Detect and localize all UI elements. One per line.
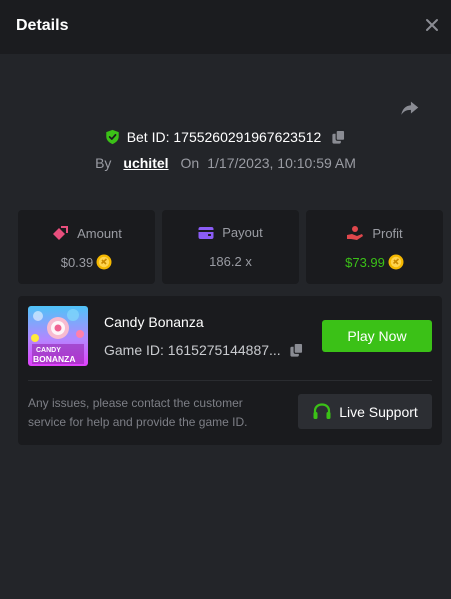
amount-value: $0.39 — [60, 254, 94, 270]
username-link[interactable]: uchitel — [123, 155, 168, 171]
game-thumbnail[interactable]: CANDY BONANZA — [28, 306, 88, 366]
game-id-label: Game ID: — [104, 342, 164, 358]
coin-icon — [96, 254, 112, 270]
bet-id-label: Bet ID: — [126, 129, 170, 145]
profit-value: $73.99 — [345, 254, 385, 270]
shield-check-icon — [105, 129, 119, 145]
bet-byline: By uchitel On 1/17/2023, 10:10:59 AM — [0, 152, 451, 174]
on-label: On — [180, 155, 200, 171]
thumb-text-bonanza: BONANZA — [33, 354, 76, 364]
payout-card: Payout 186.2 x — [162, 210, 299, 284]
payout-value: 186.2 x — [209, 254, 252, 269]
live-support-label: Live Support — [339, 403, 418, 420]
wallet-icon — [198, 226, 214, 239]
copy-icon[interactable] — [331, 129, 346, 145]
play-now-button[interactable]: Play Now — [322, 320, 432, 352]
payout-label: Payout — [222, 225, 263, 240]
support-info-text: Any issues, please contact the customer … — [28, 396, 248, 429]
divider — [28, 380, 432, 381]
profit-hand-icon — [347, 226, 364, 240]
dialog-title: Details — [16, 17, 69, 34]
bet-datetime: 1/17/2023, 10:10:59 AM — [207, 155, 356, 171]
bet-id-row: Bet ID: 1755260291967623512 — [0, 126, 451, 148]
thumb-text-candy: CANDY — [36, 347, 61, 354]
live-support-button[interactable]: Live Support — [298, 394, 432, 429]
coin-icon — [388, 254, 404, 270]
dialog-header: Details — [0, 0, 451, 54]
profit-label: Profit — [372, 225, 403, 241]
game-card: CANDY BONANZA Candy Bonanza Game ID: 161… — [18, 296, 442, 445]
game-id-value: 1615275144887... — [167, 342, 281, 358]
game-name: Candy Bonanza — [104, 314, 204, 330]
amount-icon — [53, 226, 69, 240]
by-label: By — [95, 155, 112, 171]
amount-card: Amount $0.39 — [18, 210, 155, 284]
copy-icon[interactable] — [289, 342, 304, 358]
headset-icon — [313, 402, 331, 419]
profit-card: Profit $73.99 — [306, 210, 443, 284]
amount-label: Amount — [77, 225, 122, 241]
bet-id-value: 1755260291967623512 — [173, 129, 322, 145]
share-icon[interactable] — [399, 97, 421, 119]
close-icon[interactable] — [424, 17, 440, 33]
game-id-row: Game ID: 1615275144887... — [104, 342, 304, 358]
